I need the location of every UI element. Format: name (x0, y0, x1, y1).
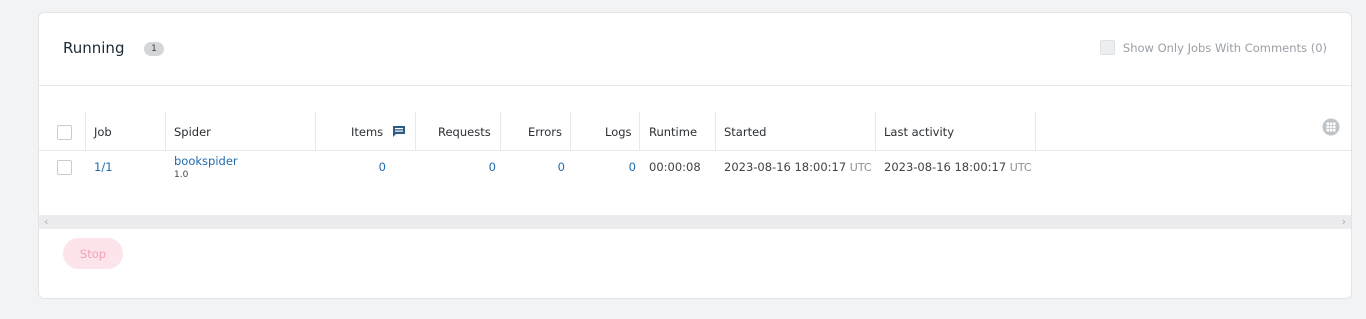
running-jobs-card: Running 1 Show Only Jobs With Comments (… (38, 12, 1352, 299)
comments-filter[interactable]: Show Only Jobs With Comments (0) (1099, 40, 1327, 55)
column-header-started[interactable]: Started (724, 125, 766, 139)
column-divider (500, 112, 501, 150)
column-divider (415, 112, 416, 150)
section-title: Running (63, 39, 125, 57)
job-link[interactable]: 1/1 (94, 160, 113, 174)
card-header: Running 1 Show Only Jobs With Comments (… (39, 13, 1351, 86)
running-count-badge: 1 (144, 42, 164, 56)
items-count-link[interactable]: 0 (379, 160, 386, 174)
last-activity-value: 2023-08-16 18:00:17 UTC (884, 160, 1032, 174)
column-divider (315, 112, 316, 150)
grid-icon[interactable] (1322, 118, 1340, 136)
column-header-runtime[interactable]: Runtime (649, 125, 697, 139)
logs-count-link[interactable]: 0 (629, 160, 636, 174)
column-header-items-label: Items (351, 125, 384, 139)
column-header-errors[interactable]: Errors (528, 125, 562, 139)
column-divider (85, 112, 86, 150)
scroll-left-arrow[interactable]: ‹ (44, 215, 48, 229)
last-activity-timezone: UTC (1009, 161, 1032, 174)
column-divider (639, 112, 640, 150)
scroll-right-arrow[interactable]: › (1342, 215, 1346, 229)
started-datetime: 2023-08-16 18:00:17 (724, 160, 847, 174)
comment-icon[interactable] (392, 125, 406, 138)
column-header-spider[interactable]: Spider (174, 125, 211, 139)
requests-count-link[interactable]: 0 (489, 160, 496, 174)
last-activity-datetime: 2023-08-16 18:00:17 (884, 160, 1007, 174)
header-row-divider (39, 150, 1351, 151)
row-checkbox[interactable] (57, 160, 72, 175)
column-divider (570, 112, 571, 150)
started-timezone: UTC (849, 161, 872, 174)
column-divider (875, 112, 876, 150)
column-header-requests[interactable]: Requests (438, 125, 491, 139)
column-header-job[interactable]: Job (94, 125, 112, 139)
column-header-items[interactable]: Items (351, 125, 406, 139)
column-header-logs[interactable]: Logs (605, 125, 632, 139)
comments-filter-checkbox[interactable] (1099, 40, 1115, 55)
comments-filter-label: Show Only Jobs With Comments (0) (1122, 40, 1327, 55)
runtime-value: 00:00:08 (649, 160, 701, 174)
spider-version: 1.0 (174, 170, 189, 180)
horizontal-scrollbar[interactable]: ‹ › (39, 215, 1351, 229)
select-all-checkbox[interactable] (57, 125, 72, 140)
stop-button[interactable]: Stop (63, 238, 123, 269)
spider-link[interactable]: bookspider (174, 154, 238, 168)
column-divider (715, 112, 716, 150)
started-value: 2023-08-16 18:00:17 UTC (724, 160, 872, 174)
column-divider (165, 112, 166, 150)
errors-count-link[interactable]: 0 (558, 160, 565, 174)
column-header-last-activity[interactable]: Last activity (884, 125, 954, 139)
column-divider (1035, 112, 1036, 150)
